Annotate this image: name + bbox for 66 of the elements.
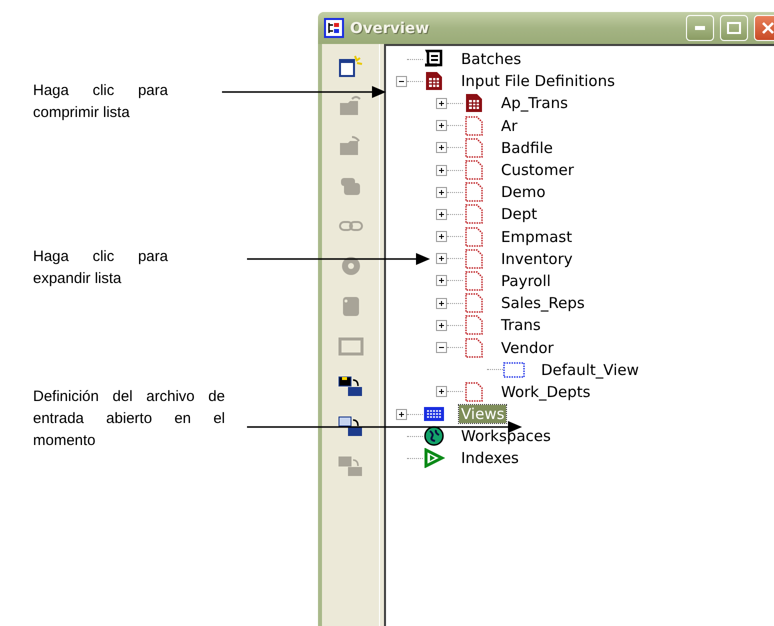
- expand-icon[interactable]: [396, 408, 407, 420]
- expand-icon[interactable]: [436, 164, 447, 176]
- document-outline-icon: [463, 338, 485, 358]
- collapse-icon[interactable]: [396, 76, 407, 87]
- document-outline-icon: [463, 270, 485, 291]
- collapse-icon[interactable]: [436, 342, 447, 354]
- tree-item[interactable]: Sales_Reps: [499, 294, 587, 312]
- callout-text: Haga clic para expandir lista: [33, 247, 168, 289]
- app-icon: [324, 18, 344, 38]
- document-outline-icon: [463, 138, 485, 158]
- new-document-icon[interactable]: [338, 54, 364, 78]
- callout-text: Definición del archivo de entrada abierto en el momento: [33, 387, 225, 451]
- minimize-button[interactable]: [686, 15, 714, 41]
- expand-icon[interactable]: [436, 231, 447, 242]
- maximize-button[interactable]: [720, 15, 748, 41]
- swap-icon[interactable]: [338, 414, 364, 438]
- tree-item[interactable]: Default_View: [539, 360, 641, 379]
- window-title: Overview: [350, 19, 430, 37]
- maximize-icon: [727, 22, 741, 34]
- expand-icon[interactable]: [436, 186, 447, 198]
- document-outline-icon: [463, 226, 485, 247]
- triangle-arrow-icon: [423, 448, 445, 468]
- tree-item[interactable]: Input File Definitions: [459, 72, 617, 90]
- tree-item[interactable]: Work_Depts: [499, 382, 592, 401]
- view-outline-icon: [503, 360, 525, 380]
- tree-item[interactable]: Trans: [499, 316, 543, 334]
- table-document-icon: [463, 93, 485, 114]
- expand-icon[interactable]: [436, 142, 447, 154]
- tree-item[interactable]: Demo: [499, 183, 548, 202]
- close-icon: [761, 21, 774, 35]
- tree-item[interactable]: Empmast: [499, 228, 574, 246]
- callout-text: Haga clic para comprimir lista: [33, 81, 168, 123]
- expand-icon[interactable]: [436, 298, 447, 309]
- tree-item[interactable]: Workspaces: [459, 427, 553, 446]
- tree-item[interactable]: Ap_Trans: [499, 94, 570, 112]
- scroll-icon: [423, 49, 445, 70]
- tree-item[interactable]: Customer: [499, 161, 576, 180]
- expand-icon[interactable]: [436, 120, 447, 132]
- tree-item[interactable]: Ar: [499, 116, 520, 135]
- document-outline-icon: [463, 293, 485, 314]
- tree-item[interactable]: Dept: [499, 205, 540, 224]
- tree-item[interactable]: Inventory: [499, 250, 575, 268]
- tree-item[interactable]: Badfile: [499, 138, 555, 157]
- tree-item[interactable]: Indexes: [459, 449, 521, 468]
- tree-item[interactable]: Batches: [459, 50, 524, 68]
- document-outline-icon: [463, 182, 485, 202]
- table-document-icon: [423, 71, 445, 92]
- document-outline-icon: [463, 204, 485, 224]
- document-outline-icon: [463, 248, 485, 269]
- document-outline-icon: [463, 382, 485, 402]
- expand-icon[interactable]: [436, 208, 447, 220]
- expand-icon[interactable]: [436, 98, 447, 109]
- expand-icon[interactable]: [436, 320, 447, 331]
- swap-icon[interactable]: [338, 374, 364, 398]
- document-outline-icon: [463, 160, 485, 180]
- minimize-icon: [695, 26, 705, 30]
- close-button[interactable]: [754, 15, 774, 41]
- expand-icon[interactable]: [436, 386, 447, 398]
- document-outline-icon: [463, 315, 485, 336]
- globe-icon: [423, 426, 445, 446]
- expand-icon[interactable]: [436, 253, 447, 264]
- document-outline-icon: [463, 116, 485, 136]
- tree-item[interactable]: Payroll: [499, 272, 553, 290]
- tree-item[interactable]: Vendor: [499, 338, 556, 357]
- tree-item[interactable]: Views: [459, 405, 506, 424]
- expand-icon[interactable]: [436, 275, 447, 286]
